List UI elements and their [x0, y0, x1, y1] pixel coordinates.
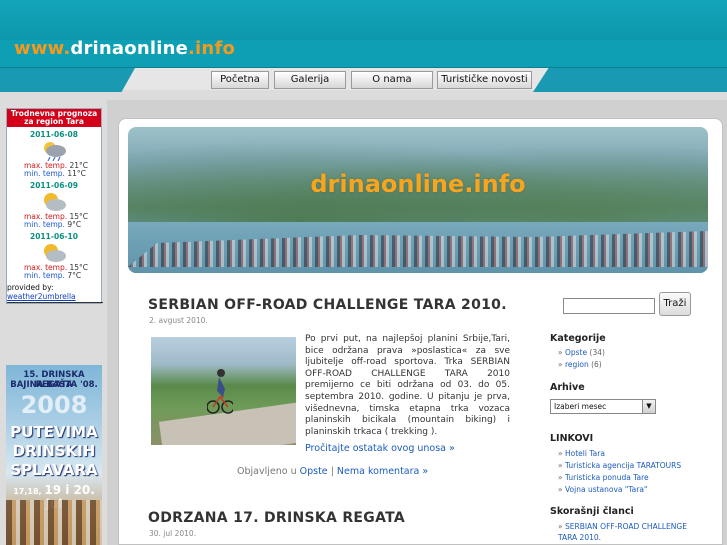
forecast-day: 2011-06-08 max. temp. 21°C min. temp. 11… [7, 127, 101, 178]
site-header: www.drinaonline.info [0, 0, 727, 68]
link-item[interactable]: » Turisticka ponuda Tare [558, 473, 649, 483]
post-title-link[interactable]: ODRZANA 17. DRINSKA REGATA [148, 510, 405, 526]
forecast-day: 2011-06-10 max. temp. 15°C min. temp. 7°… [7, 229, 101, 280]
category-count: (34) [589, 348, 605, 357]
category-item[interactable]: » Opste (34) [558, 348, 605, 358]
header-stripe [0, 0, 727, 40]
min-temp-value: 11°C [67, 169, 86, 178]
post-meta: Objavljeno u Opste | Nema komentara » [237, 466, 428, 477]
post-date: 30. jul 2010. [149, 529, 197, 538]
left-column: Trodnevna prognoza za region Tara 2011-0… [6, 108, 103, 304]
link-item[interactable]: » Hoteli Tara [558, 449, 605, 459]
provider-link[interactable]: weather2umbrella [7, 292, 101, 301]
regatta-poster[interactable]: 2008 15. DRINSKA REGATA BAJINA BAŠTA '08… [6, 365, 102, 545]
min-temp-row: min. temp. 7°C [7, 272, 101, 280]
header-banner-image: drinaonline.info [128, 127, 708, 273]
chevron-down-icon[interactable]: ▼ [642, 400, 655, 413]
post-date: 2. avgust 2010. [149, 316, 208, 325]
logo-tld: .info [188, 38, 236, 59]
categories-heading: Kategorije [550, 333, 606, 344]
forecast-date: 2011-06-10 [30, 232, 78, 241]
forecast-title-line2: za region Tara [24, 117, 84, 126]
archive-select-value: Izaberi mesec [554, 402, 607, 411]
banner-title: drinaonline.info [310, 170, 526, 198]
min-temp-value: 7°C [67, 271, 82, 280]
category-count: (6) [591, 360, 602, 369]
forecast-day: 2011-06-09 max. temp. 15°C min. temp. 9°… [7, 178, 101, 229]
link-item[interactable]: » Vojna ustanova "Tara" [558, 485, 647, 495]
min-temp-label: min. temp. [24, 169, 65, 178]
comments-link[interactable]: Nema komentara » [337, 466, 428, 477]
logo-name: drinaonline [70, 38, 189, 59]
nav-pocetna[interactable]: Početna [211, 71, 269, 89]
search-button[interactable]: Traži [659, 292, 691, 316]
min-temp-row: min. temp. 11°C [7, 170, 101, 178]
link-label[interactable]: Hoteli Tara [565, 449, 605, 458]
poster-subtitle: BAJINA BAŠTA '08. [10, 380, 98, 390]
category-label[interactable]: Opste [565, 348, 587, 357]
sun-cloud-icon [44, 193, 66, 211]
site-logo[interactable]: www.drinaonline.info [14, 38, 235, 59]
weather-forecast: Trodnevna prognoza za region Tara 2011-0… [6, 108, 103, 304]
poster-rafts-image [6, 500, 102, 545]
search-input[interactable] [563, 298, 655, 314]
min-temp-label: min. temp. [24, 271, 65, 280]
nav-o-nama[interactable]: O nama [351, 71, 433, 89]
meta-separator: | [330, 466, 334, 477]
links-heading: LINKOVI [550, 433, 594, 444]
link-label[interactable]: Turisticka ponuda Tare [565, 473, 649, 482]
meta-prefix: Objavljeno u [237, 466, 297, 477]
provided-by: provided by: weather2umbrella [7, 283, 103, 303]
nav-decor-left [0, 68, 135, 92]
poster-date-small: 17,18, [13, 487, 42, 496]
min-temp-label: min. temp. [24, 220, 65, 229]
category-item[interactable]: » region (6) [558, 360, 602, 370]
min-temp-value: 9°C [67, 220, 82, 229]
rain-cloud-icon [44, 142, 66, 162]
poster-word: SPLAVARA [10, 461, 98, 479]
post-excerpt: Po prvi put, na najlepšoj planini Srbije… [305, 334, 510, 437]
forecast-date: 2011-06-08 [30, 130, 78, 139]
sun-cloud-icon [44, 244, 66, 262]
poster-word: DRINSKIH [12, 442, 96, 460]
nav-decor-right [533, 68, 727, 92]
logo-www: www. [14, 38, 71, 59]
archive-select[interactable]: Izaberi mesec ▼ [550, 399, 656, 414]
link-item[interactable]: » Turisticka agencija TARATOURS [558, 461, 681, 471]
recent-post-label[interactable]: SERBIAN OFF-ROAD CHALLENGE [565, 522, 687, 531]
poster-year: 2008 [20, 391, 88, 419]
link-label[interactable]: Turisticka agencija TARATOURS [565, 461, 681, 470]
recent-posts-heading: Skorašnji članci [550, 506, 634, 517]
recent-post-label[interactable]: TARA 2010. [558, 533, 601, 542]
category-label[interactable]: region [565, 360, 589, 369]
provided-by-label: provided by: [7, 283, 54, 292]
post-photo [151, 337, 296, 445]
link-label[interactable]: Vojna ustanova "Tara" [565, 485, 647, 494]
divider [7, 302, 103, 303]
forecast-title: Trodnevna prognoza za region Tara [7, 109, 101, 127]
category-link[interactable]: Opste [300, 466, 328, 477]
read-more-link[interactable]: Pročitajte ostatak ovog unosa » [305, 443, 455, 454]
min-temp-row: min. temp. 9°C [7, 221, 101, 229]
recent-post-item-continued[interactable]: TARA 2010. [558, 533, 601, 543]
archive-heading: Arhive [550, 382, 585, 393]
cyclist-figure [207, 369, 233, 414]
post-title-link[interactable]: SERBIAN OFF-ROAD CHALLENGE TARA 2010. [148, 297, 507, 313]
nav-turisticke-novosti[interactable]: Turističke novosti [437, 71, 532, 89]
recent-post-item[interactable]: » SERBIAN OFF-ROAD CHALLENGE [558, 522, 687, 532]
poster-word: PUTEVIMA [10, 423, 98, 441]
forecast-date: 2011-06-09 [30, 181, 78, 190]
nav-galerija[interactable]: Galerija [274, 71, 346, 89]
